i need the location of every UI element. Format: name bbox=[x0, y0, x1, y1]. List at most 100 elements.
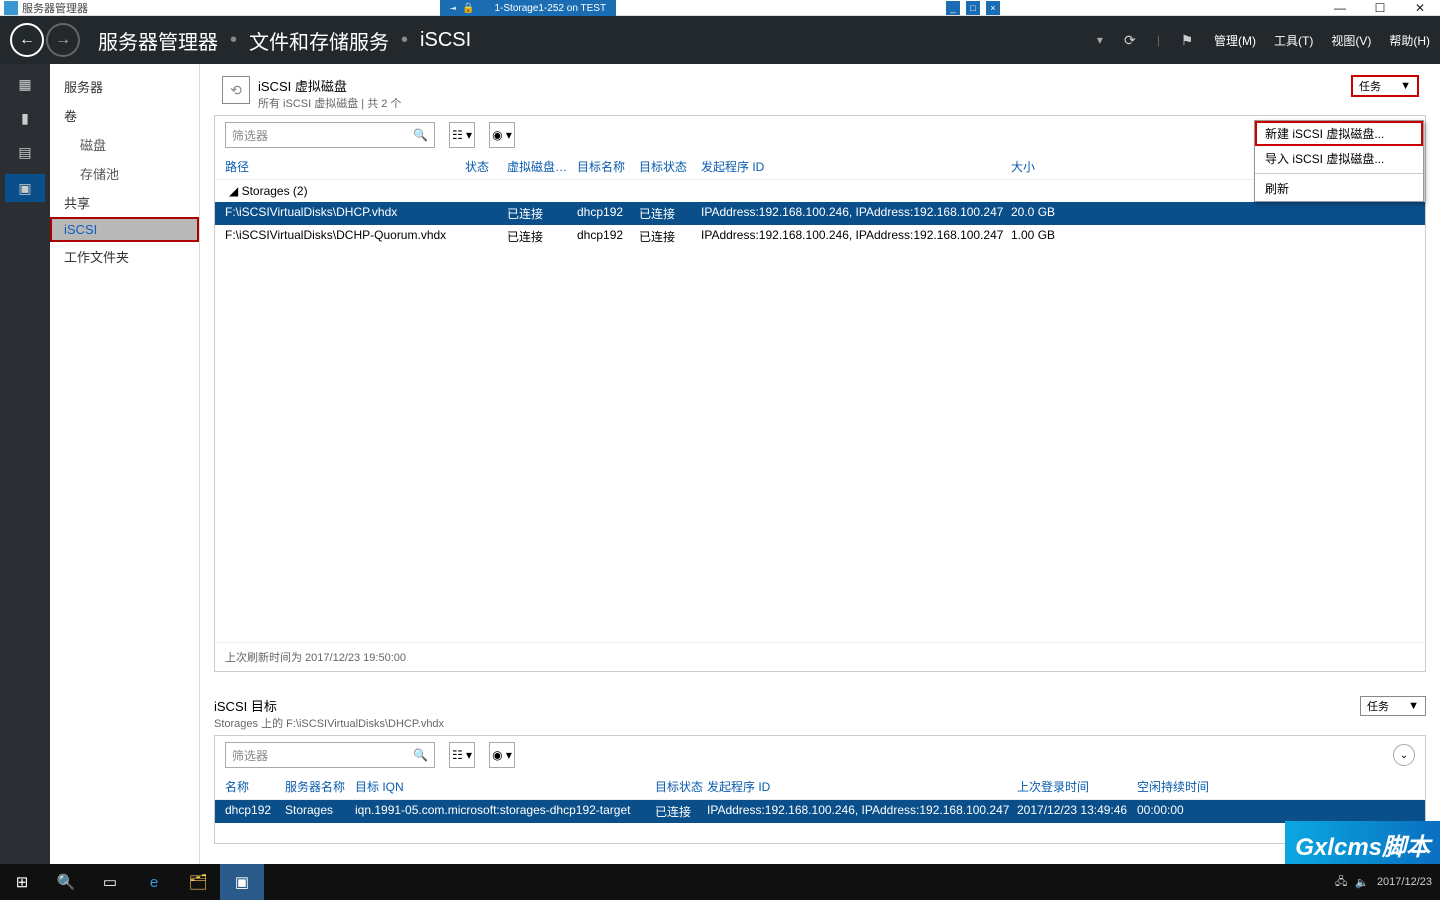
app-icon bbox=[4, 1, 18, 15]
menu-refresh[interactable]: 刷新 bbox=[1255, 176, 1423, 201]
panel2-tasks-button[interactable]: 任务▼ bbox=[1360, 696, 1426, 716]
tray-date[interactable]: 2017/12/23 bbox=[1377, 876, 1432, 888]
taskview-button[interactable]: ▭ bbox=[88, 864, 132, 900]
cell-initiator: IPAddress:192.168.100.246, IPAddress:192… bbox=[701, 228, 1011, 245]
grid1-row-1[interactable]: F:\iSCSIVirtualDisks\DCHP-Quorum.vhdx 已连… bbox=[215, 225, 1425, 248]
iscsi-targets-panel: iSCSI 目标 Storages 上的 F:\iSCSIVirtualDisk… bbox=[214, 692, 1426, 864]
rail-iscsi-icon[interactable]: ▣ bbox=[5, 174, 45, 202]
minimize-button[interactable]: — bbox=[1320, 0, 1360, 16]
panel2-filter-input[interactable]: 筛选器 🔍 bbox=[225, 742, 435, 768]
menu-manage[interactable]: 管理(M) bbox=[1214, 32, 1256, 49]
tasks-dropdown: 新建 iSCSI 虚拟磁盘... 导入 iSCSI 虚拟磁盘... 刷新 bbox=[1254, 120, 1424, 202]
explorer-icon[interactable]: 🗂 bbox=[176, 864, 220, 900]
filter-placeholder: 筛选器 bbox=[232, 127, 268, 144]
panel2-subtitle: Storages 上的 F:\iSCSIVirtualDisks\DHCP.vh… bbox=[214, 715, 444, 731]
chevron-down-icon: ▼ bbox=[1400, 80, 1411, 92]
nav-forward-button[interactable]: → bbox=[46, 23, 80, 57]
col2-iqn[interactable]: 目标 IQN bbox=[355, 778, 655, 795]
panel2-title: iSCSI 目标 bbox=[214, 696, 444, 715]
col2-idle[interactable]: 空闲持续时间 bbox=[1137, 778, 1217, 795]
cell-disk-status: 已连接 bbox=[507, 205, 577, 222]
tray-network-icon[interactable]: 🖧 bbox=[1335, 873, 1347, 892]
rail-servers-icon[interactable]: ▦ bbox=[13, 72, 37, 96]
group-row[interactable]: ◢ Storages (2) bbox=[215, 180, 1425, 202]
menu-new-iscsi-disk[interactable]: 新建 iSCSI 虚拟磁盘... bbox=[1255, 121, 1423, 146]
cell-size: 20.0 GB bbox=[1011, 205, 1071, 222]
sidebar-item-servers[interactable]: 服务器 bbox=[50, 72, 199, 101]
sidebar: 服务器 卷 磁盘 存储池 共享 iSCSI 工作文件夹 bbox=[50, 64, 200, 864]
col-disk-status[interactable]: 虚拟磁盘状态 bbox=[507, 158, 577, 175]
server-manager-task[interactable]: ▣ bbox=[220, 864, 264, 900]
expand-button[interactable]: ⌄ bbox=[1393, 744, 1415, 766]
grid1-row-0[interactable]: F:\iSCSIVirtualDisks\DHCP.vhdx 已连接 dhcp1… bbox=[215, 202, 1425, 225]
tasks-button[interactable]: 任务▼ bbox=[1352, 76, 1418, 96]
panel2-view-button[interactable]: ☷ ▾ bbox=[449, 742, 475, 768]
crumb-leaf[interactable]: iSCSI bbox=[420, 29, 471, 52]
start-button[interactable]: ⊞ bbox=[0, 864, 44, 900]
cell-disk-status: 已连接 bbox=[507, 228, 577, 245]
filter-input[interactable]: 筛选器 🔍 bbox=[225, 122, 435, 148]
cell-status bbox=[465, 228, 507, 245]
dropdown-caret-icon[interactable]: ▾ bbox=[1097, 33, 1103, 47]
iscsi-disks-panel: ⟲ iSCSI 虚拟磁盘 所有 iSCSI 虚拟磁盘 | 共 2 个 任务▼ 筛… bbox=[214, 70, 1426, 692]
col2-target-status[interactable]: 目标状态 bbox=[655, 778, 707, 795]
panel1-footnote: 上次刷新时间为 2017/12/23 19:50:00 bbox=[215, 642, 1425, 671]
tray-volume-icon[interactable]: 🔈 bbox=[1355, 876, 1369, 889]
search-icon[interactable]: 🔍 bbox=[413, 128, 428, 142]
cell-last-login: 2017/12/23 13:49:46 bbox=[1017, 803, 1137, 820]
cell-target-status: 已连接 bbox=[655, 803, 707, 820]
flag-icon[interactable]: ⚑ bbox=[1178, 31, 1196, 49]
col-target-name[interactable]: 目标名称 bbox=[577, 158, 639, 175]
sidebar-item-workfolders[interactable]: 工作文件夹 bbox=[50, 242, 199, 271]
sidebar-item-pools[interactable]: 存储池 bbox=[50, 159, 199, 188]
col-path[interactable]: 路径 bbox=[225, 158, 465, 175]
sidebar-item-shares[interactable]: 共享 bbox=[50, 188, 199, 217]
watermark: Gxlcms脚本 bbox=[1285, 821, 1440, 868]
header-bar: ← → 服务器管理器• 文件和存储服务• iSCSI ▾ ⟳ | ⚑ 管理(M)… bbox=[0, 16, 1440, 64]
rail-volumes-icon[interactable]: ▮ bbox=[13, 106, 37, 130]
pin-icon[interactable]: ⇥ 🔒 bbox=[450, 3, 475, 14]
nav-back-button[interactable]: ← bbox=[10, 23, 44, 57]
vm-title-bar: ⇥ 🔒 1-Storage1-252 on TEST bbox=[440, 0, 616, 16]
grid2-row-0[interactable]: dhcp192 Storages iqn.1991-05.com.microso… bbox=[215, 800, 1425, 823]
search-button[interactable]: 🔍 bbox=[44, 864, 88, 900]
icon-rail: ▦ ▮ ▤ ▣ bbox=[0, 64, 50, 864]
panel1-title: iSCSI 虚拟磁盘 bbox=[258, 76, 401, 95]
col-initiator[interactable]: 发起程序 ID bbox=[701, 158, 1011, 175]
col2-last-login[interactable]: 上次登录时间 bbox=[1017, 778, 1137, 795]
col2-server[interactable]: 服务器名称 bbox=[285, 778, 355, 795]
vm-close-button[interactable]: × bbox=[986, 1, 1000, 15]
menu-separator bbox=[1255, 173, 1423, 174]
outer-titlebar: 服务器管理器 ⇥ 🔒 1-Storage1-252 on TEST _ □ × … bbox=[0, 0, 1440, 16]
menu-import-iscsi-disk[interactable]: 导入 iSCSI 虚拟磁盘... bbox=[1255, 146, 1423, 171]
disk-panel-icon: ⟲ bbox=[222, 76, 250, 104]
rail-disks-icon[interactable]: ▤ bbox=[13, 140, 37, 164]
col2-name[interactable]: 名称 bbox=[225, 778, 285, 795]
col2-initiator[interactable]: 发起程序 ID bbox=[707, 778, 1017, 795]
close-button[interactable]: ✕ bbox=[1400, 0, 1440, 16]
crumb-root[interactable]: 服务器管理器 bbox=[98, 26, 218, 55]
search-icon[interactable]: 🔍 bbox=[413, 748, 428, 762]
col-size[interactable]: 大小 bbox=[1011, 158, 1071, 175]
vm-minimize-button[interactable]: _ bbox=[946, 1, 960, 15]
sidebar-item-iscsi[interactable]: iSCSI bbox=[50, 217, 199, 242]
ie-icon[interactable]: e bbox=[132, 864, 176, 900]
group-options-button[interactable]: ◉ ▾ bbox=[489, 122, 515, 148]
sidebar-item-disks[interactable]: 磁盘 bbox=[50, 130, 199, 159]
crumb-mid[interactable]: 文件和存储服务 bbox=[249, 26, 389, 55]
tasks-label: 任务 bbox=[1367, 698, 1389, 714]
cell-idle: 00:00:00 bbox=[1137, 803, 1217, 820]
menu-tools[interactable]: 工具(T) bbox=[1274, 32, 1313, 49]
cell-server: Storages bbox=[285, 803, 355, 820]
panel2-group-button[interactable]: ◉ ▾ bbox=[489, 742, 515, 768]
view-options-button[interactable]: ☷ ▾ bbox=[449, 122, 475, 148]
maximize-button[interactable]: ☐ bbox=[1360, 0, 1400, 16]
sidebar-item-volumes[interactable]: 卷 bbox=[50, 101, 199, 130]
refresh-icon[interactable]: ⟳ bbox=[1121, 31, 1139, 49]
col-target-status[interactable]: 目标状态 bbox=[639, 158, 701, 175]
col-status[interactable]: 状态 bbox=[465, 158, 507, 175]
menu-view[interactable]: 视图(V) bbox=[1331, 32, 1371, 49]
vm-maximize-button[interactable]: □ bbox=[966, 1, 980, 15]
breadcrumb: 服务器管理器• 文件和存储服务• iSCSI bbox=[98, 26, 471, 55]
menu-help[interactable]: 帮助(H) bbox=[1389, 32, 1430, 49]
